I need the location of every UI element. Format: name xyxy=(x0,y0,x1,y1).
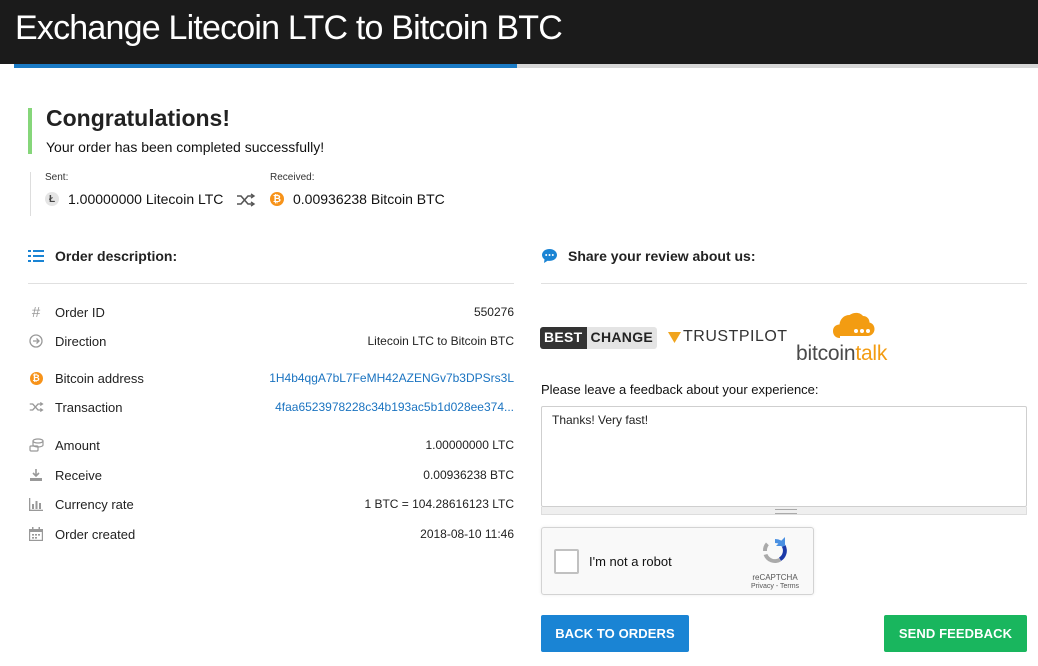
received-summary: Received: ₿ 0.00936238 Bitcoin BTC xyxy=(270,172,445,207)
textarea-resize-handle[interactable] xyxy=(541,507,1027,515)
review-title: Share your review about us: xyxy=(568,248,756,264)
review-sites: BEST CHANGE TRUSTPILOT bitcointalk xyxy=(540,310,1030,370)
litecoin-icon: Ł xyxy=(45,192,59,206)
divider xyxy=(541,283,1027,284)
bitcointalk-logo-text: bitcointalk xyxy=(796,342,887,366)
received-label: Received: xyxy=(270,172,315,183)
order-row-id: # Order ID 550276 xyxy=(28,302,514,322)
success-subtitle: Your order has been completed successful… xyxy=(46,139,325,155)
order-row-created: Order created 2018-08-10 11:46 xyxy=(28,524,514,544)
bitcointalk-cloud-icon xyxy=(833,312,875,338)
bitcointalk-logo[interactable]: bitcointalk xyxy=(796,310,906,370)
bar-chart-icon xyxy=(28,496,44,512)
order-row-receive: Receive 0.00936238 BTC xyxy=(28,465,514,485)
order-row-address: ₿ Bitcoin address 1H4b4qgA7bL7FeMH42AZEN… xyxy=(28,368,514,388)
recaptcha-terms-link[interactable]: Privacy - Terms xyxy=(747,583,803,590)
hash-icon: # xyxy=(31,303,41,321)
calendar-icon xyxy=(28,526,44,542)
bestchange-logo-part: BEST xyxy=(540,327,587,349)
bitcoin-icon: ₿ xyxy=(28,370,44,386)
back-to-orders-button[interactable]: BACK TO ORDERS xyxy=(541,615,689,652)
bitcoin-address-link[interactable]: 1H4b4qgA7bL7FeMH42AZENGv7b3DPSrs3L xyxy=(269,371,514,385)
download-icon xyxy=(28,467,44,483)
row-label: Amount xyxy=(55,437,100,453)
shuffle-icon xyxy=(28,399,44,415)
sent-summary: Sent: Ł 1.00000000 Litecoin LTC xyxy=(30,172,223,216)
recaptcha-widget: I'm not a robot reCAPTCHA Privacy - Term… xyxy=(541,527,814,595)
order-row-transaction: Transaction 4faa6523978228c34b193ac5b1d0… xyxy=(28,397,514,417)
row-label: Bitcoin address xyxy=(55,370,144,386)
recaptcha-checkbox[interactable] xyxy=(554,549,579,574)
chat-bubble-icon xyxy=(542,249,557,263)
order-row-amount: Amount 1.00000000 LTC xyxy=(28,435,514,455)
recaptcha-icon xyxy=(762,537,787,564)
row-label: Currency rate xyxy=(55,496,134,512)
order-created-value: 2018-08-10 11:46 xyxy=(420,527,514,541)
progress-bar xyxy=(14,64,517,68)
success-message: Congratulations! Your order has been com… xyxy=(28,105,325,155)
trustpilot-logo[interactable]: TRUSTPILOT xyxy=(668,328,788,346)
recaptcha-brand: reCAPTCHA xyxy=(752,573,798,582)
recaptcha-logo: reCAPTCHA Privacy - Terms xyxy=(747,536,803,590)
bitcointalk-logo-part: talk xyxy=(855,342,888,365)
order-description-heading: Order description: xyxy=(28,248,177,264)
row-label: Transaction xyxy=(55,399,123,415)
row-label: Direction xyxy=(55,333,107,349)
arrow-circle-right-icon xyxy=(28,333,44,349)
trustpilot-star-icon xyxy=(668,331,681,343)
currency-rate-value: 1 BTC = 104.28616123 LTC xyxy=(364,497,514,511)
page-title: Exchange Litecoin LTC to Bitcoin BTC xyxy=(15,9,563,47)
trustpilot-logo-text: TRUSTPILOT xyxy=(683,328,788,345)
coins-icon xyxy=(28,437,44,453)
recaptcha-label: I'm not a robot xyxy=(589,554,672,569)
receive-value: 0.00936238 BTC xyxy=(423,468,514,482)
row-label: Receive xyxy=(55,467,102,483)
page-header: Exchange Litecoin LTC to Bitcoin BTC xyxy=(0,0,1038,68)
order-row-direction: Direction Litecoin LTC to Bitcoin BTC xyxy=(28,331,514,351)
feedback-textarea[interactable]: Thanks! Very fast! xyxy=(541,406,1027,507)
success-title: Congratulations! xyxy=(46,105,230,131)
feedback-label: Please leave a feedback about your exper… xyxy=(541,382,819,397)
order-id-value: 550276 xyxy=(473,305,514,319)
sent-amount: 1.00000000 Litecoin LTC xyxy=(68,191,224,207)
review-heading: Share your review about us: xyxy=(541,248,756,264)
direction-value: Litecoin LTC to Bitcoin BTC xyxy=(367,334,514,348)
order-row-rate: Currency rate 1 BTC = 104.28616123 LTC xyxy=(28,494,514,514)
list-icon xyxy=(28,250,44,262)
bitcointalk-logo-part: bitcoin xyxy=(796,342,856,365)
shuffle-icon xyxy=(237,193,256,207)
row-label: Order created xyxy=(55,526,136,542)
transaction-link[interactable]: 4faa6523978228c34b193ac5b1d028ee374... xyxy=(275,400,514,414)
received-amount: 0.00936238 Bitcoin BTC xyxy=(293,191,445,207)
bestchange-logo-part: CHANGE xyxy=(586,327,658,349)
sent-label: Sent: xyxy=(45,172,69,183)
bitcoin-icon: ₿ xyxy=(270,192,284,206)
bestchange-logo[interactable]: BEST CHANGE xyxy=(540,327,658,349)
divider xyxy=(28,283,514,284)
order-description-title: Order description: xyxy=(55,248,178,264)
row-label: Order ID xyxy=(55,304,105,320)
amount-value: 1.00000000 LTC xyxy=(425,438,514,452)
send-feedback-button[interactable]: SEND FEEDBACK xyxy=(884,615,1027,652)
